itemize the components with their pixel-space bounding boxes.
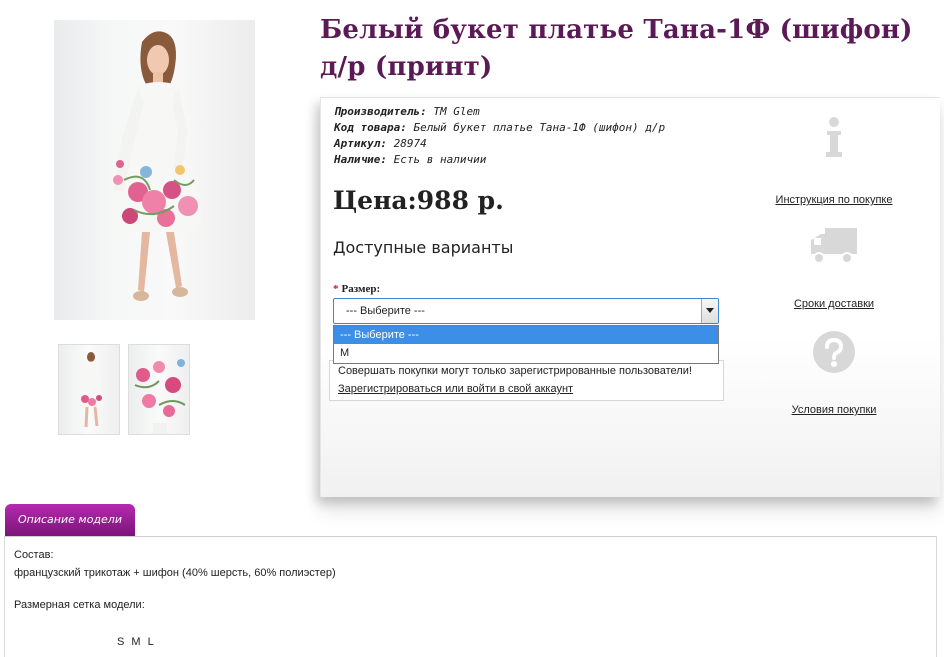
spec-label: Производитель: xyxy=(334,105,427,118)
size-grid-label: Размерная сетка модели: xyxy=(14,599,145,611)
side-item-purchase-instructions: Инструкция по покупке xyxy=(759,116,909,207)
variants-heading: Доступные варианты xyxy=(333,238,514,257)
tab-label: Описание модели xyxy=(18,513,122,526)
size-select[interactable]: --- Выберите --- xyxy=(333,298,719,324)
size-grid-header: S M L xyxy=(117,636,158,648)
spec-product-code: Код товара: Белый букет платье Тана-1Ф (… xyxy=(334,120,665,136)
spec-value: TM Glem xyxy=(433,105,480,118)
register-link[interactable]: Зарегистрироваться или войти в свой акка… xyxy=(338,383,573,395)
chevron-down-icon xyxy=(706,308,714,313)
size-dropdown-list: --- Выберите --- M xyxy=(333,325,719,364)
size-option[interactable]: --- Выберите --- xyxy=(334,326,718,344)
spec-article: Артикул: 28974 xyxy=(334,136,665,152)
required-mark: * xyxy=(333,283,339,295)
spec-label: Наличие: xyxy=(334,153,387,166)
product-info-panel: Производитель: TM Glem Код товара: Белый… xyxy=(320,97,940,497)
size-label: * Размер: xyxy=(333,283,380,295)
tab-model-description[interactable]: Описание модели xyxy=(5,504,135,536)
spec-value: Белый букет платье Тана-1Ф (шифон) д/р xyxy=(413,121,666,134)
size-grid-cell: M xyxy=(131,636,141,648)
size-option[interactable]: M xyxy=(334,344,718,362)
truck-icon xyxy=(811,228,857,264)
product-main-image[interactable] xyxy=(54,20,255,320)
product-title: Белый букет платье Тана-1Ф (шифон) д/р (… xyxy=(320,15,913,82)
size-grid-cell: L xyxy=(147,636,154,648)
spec-value: Есть в наличии xyxy=(393,153,487,166)
product-thumbnail-2[interactable] xyxy=(128,344,190,435)
purchase-instructions-link[interactable]: Инструкция по покупке xyxy=(776,194,893,206)
info-icon xyxy=(826,117,842,157)
select-dropdown-button[interactable] xyxy=(701,299,718,323)
spec-label: Код товара: xyxy=(334,121,407,134)
side-item-purchase-conditions: Условия покупки xyxy=(759,330,909,417)
composition-label: Состав: xyxy=(14,549,54,561)
spec-value: 28974 xyxy=(393,137,427,150)
size-grid-cell: S xyxy=(117,636,125,648)
purchase-conditions-link[interactable]: Условия покупки xyxy=(792,404,877,416)
size-select-value: --- Выберите --- xyxy=(346,305,425,317)
login-notice: Совершать покупки могут только зарегистр… xyxy=(329,360,724,401)
composition-text: французский трикотаж + шифон (40% шерсть… xyxy=(14,567,336,579)
spec-label: Артикул: xyxy=(334,137,387,150)
spec-manufacturer: Производитель: TM Glem xyxy=(334,104,665,120)
spec-availability: Наличие: Есть в наличии xyxy=(334,152,665,168)
tab-content-description: Состав: французский трикотаж + шифон (40… xyxy=(4,536,937,657)
delivery-terms-link[interactable]: Сроки доставки xyxy=(794,298,874,310)
product-thumbnail-1[interactable] xyxy=(58,344,120,435)
question-icon xyxy=(813,331,855,373)
login-notice-text: Совершать покупки могут только зарегистр… xyxy=(338,365,692,377)
product-spec-list: Производитель: TM Glem Код товара: Белый… xyxy=(334,104,665,168)
side-item-delivery-terms: Сроки доставки xyxy=(759,226,909,311)
size-label-text: Размер: xyxy=(341,283,381,295)
product-price: Цена:988 р. xyxy=(333,186,504,215)
